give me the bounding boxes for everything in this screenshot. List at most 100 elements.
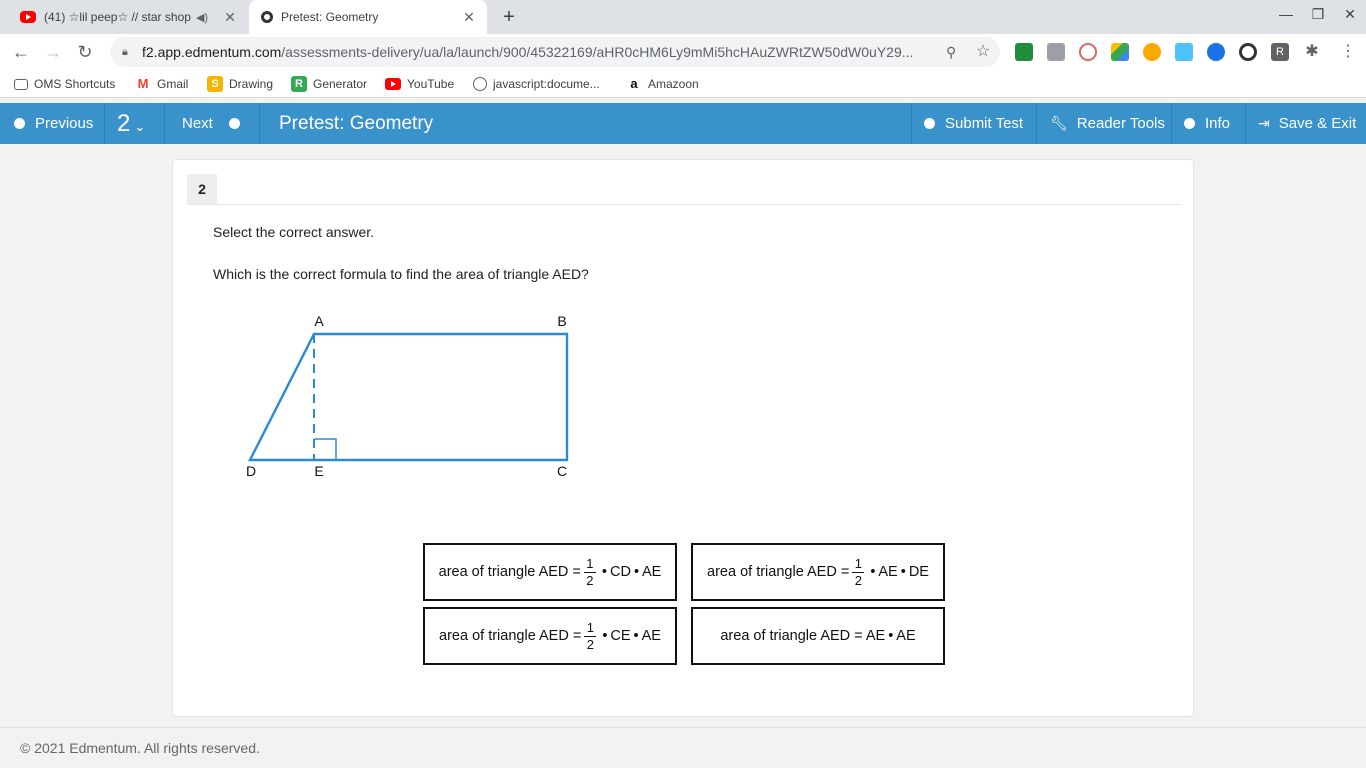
fraction-one-half: 1 2 (852, 555, 865, 588)
right-angle-mark (314, 438, 337, 460)
chevron-down-icon: ⌄ (134, 118, 146, 134)
new-tab-button[interactable]: + (498, 6, 520, 28)
next-label: Next (182, 115, 213, 132)
wrench-icon: 🔧︎ (1050, 115, 1068, 131)
label-e: E (314, 463, 323, 479)
browser-tab-youtube[interactable]: (41) ☆lil peep☆ // star shop ◀) ✕ (8, 0, 248, 34)
bookmark-label: javascript:docume... (493, 77, 600, 91)
divider (911, 103, 912, 144)
address-bar[interactable]: 🔒︎ f2.app.edmentum.com/assessments-deliv… (110, 37, 1000, 67)
close-tab-icon[interactable]: ✕ (459, 9, 479, 26)
divider (104, 103, 105, 144)
youtube-icon (385, 78, 401, 90)
lock-icon: 🔒︎ (122, 46, 128, 58)
choice-term: AE (641, 628, 661, 644)
bookmark-label: Generator (313, 77, 368, 91)
r-extension-icon[interactable]: R (1271, 43, 1289, 61)
question-selector[interactable]: 2 ⌄ (117, 103, 145, 144)
answer-choice-2[interactable]: area of triangle AED = 1 2 • AE • DE (691, 543, 945, 601)
copy-extension-icon[interactable] (1047, 43, 1065, 61)
info-button[interactable]: Info (1184, 103, 1230, 144)
fraction-numerator: 1 (586, 619, 594, 635)
bookmark-label: Drawing (229, 77, 274, 91)
save-exit-button[interactable]: ⇥ Save & Exit (1258, 103, 1356, 144)
reload-icon[interactable]: ↻ (72, 39, 98, 65)
bookmark-drawing[interactable]: S Drawing (207, 70, 273, 98)
fraction-one-half: 1 2 (583, 555, 596, 588)
drive-extension-icon[interactable] (1111, 43, 1129, 61)
fraction-denominator: 2 (586, 572, 594, 588)
divider (1036, 103, 1037, 144)
question-card: 2 Select the correct answer. Which is th… (172, 159, 1194, 717)
close-window-icon[interactable]: ✕ (1338, 6, 1362, 28)
drawing-icon: S (207, 76, 223, 92)
question-selector-value: 2 (117, 109, 131, 137)
submit-test-button[interactable]: Submit Test (924, 103, 1023, 144)
browser-tab-strip: (41) ☆lil peep☆ // star shop ◀) ✕ Pretes… (0, 0, 1366, 34)
footer-copyright: © 2021 Edmentum. All rights reserved. (0, 727, 1366, 768)
speaker-icon[interactable]: ◀) (192, 11, 212, 24)
minimize-icon[interactable]: — (1274, 6, 1298, 28)
edmentum-icon (261, 11, 273, 23)
answer-choice-1[interactable]: area of triangle AED = 1 2 • CD • AE (423, 543, 677, 601)
location-icon[interactable]: ⚲ (946, 37, 956, 67)
cast-extension-icon[interactable] (1079, 43, 1097, 61)
multiply-dot-icon: • (900, 564, 906, 580)
bookmark-label: Amazoon (648, 77, 699, 91)
label-a: A (314, 313, 324, 329)
gmail-icon: M (135, 76, 151, 92)
generator-icon: R (291, 76, 307, 92)
choice-term: DE (908, 564, 929, 580)
choice-prefix: area of triangle AED = AE (720, 628, 886, 644)
answer-choice-3[interactable]: area of triangle AED = 1 2 • CE • AE (423, 607, 677, 665)
choice-prefix: area of triangle AED = (438, 564, 581, 580)
puzzle-icon[interactable]: ✱ (1303, 43, 1321, 61)
bookmark-youtube[interactable]: YouTube (385, 70, 454, 98)
fraction-one-half: 1 2 (584, 619, 597, 652)
settings-extension-icon[interactable] (1239, 43, 1257, 61)
next-button[interactable]: Next (182, 103, 240, 144)
trapezoid-figure: A B C D E (233, 308, 593, 493)
close-tab-icon[interactable]: ✕ (220, 9, 240, 26)
previous-button[interactable]: Previous (14, 103, 93, 144)
fraction-numerator: 1 (854, 555, 862, 571)
choice-term: AE (896, 628, 916, 644)
divider (1171, 103, 1172, 144)
divider (164, 103, 165, 144)
amazon-icon: a (630, 76, 638, 91)
divider (1245, 103, 1246, 144)
bookmark-javascript[interactable]: javascript:docume... (473, 70, 600, 98)
amazon-extension-icon[interactable] (1143, 43, 1161, 61)
bookmark-oms-shortcuts[interactable]: OMS Shortcuts (14, 70, 115, 98)
bookmark-generator[interactable]: R Generator (291, 70, 367, 98)
arrow-right-circle-icon (228, 118, 240, 129)
restore-icon[interactable]: ❐ (1306, 6, 1330, 28)
tab-title: Pretest: Geometry (281, 10, 379, 24)
fraction-denominator: 2 (854, 572, 862, 588)
back-icon[interactable]: ← (8, 39, 34, 65)
choice-term: CE (610, 628, 631, 644)
user-extension-icon[interactable] (1175, 43, 1193, 61)
browser-tab-pretest[interactable]: Pretest: Geometry ✕ (249, 0, 487, 34)
reader-tools-label: Reader Tools (1076, 115, 1165, 132)
save-exit-label: Save & Exit (1278, 115, 1357, 132)
fraction-numerator: 1 (586, 555, 594, 571)
menu-icon[interactable]: ⋮ (1339, 43, 1357, 61)
forward-icon[interactable]: → (40, 39, 66, 65)
bookmark-amazoon[interactable]: a Amazoon (626, 70, 699, 98)
question-instruction: Select the correct answer. (213, 224, 375, 240)
classroom-extension-icon[interactable] (1015, 43, 1033, 61)
star-icon[interactable]: ☆ (976, 37, 990, 67)
choice-prefix: area of triangle AED = (707, 564, 850, 580)
multiply-dot-icon: • (633, 628, 639, 644)
trapezoid-outline (248, 332, 569, 462)
multiply-dot-icon: • (888, 628, 894, 644)
assessment-toolbar: Previous 2 ⌄ Next Pretest: Geometry Subm… (0, 103, 1366, 144)
vpn-extension-icon[interactable] (1207, 43, 1225, 61)
answer-choice-4[interactable]: area of triangle AED = AE • AE (691, 607, 945, 665)
tab-title: (41) ☆lil peep☆ // star shop (44, 10, 191, 24)
bookmark-gmail[interactable]: M Gmail (135, 70, 188, 98)
choice-term: AE (642, 564, 662, 580)
choice-prefix: area of triangle AED = (439, 628, 582, 644)
reader-tools-button[interactable]: 🔧︎ Reader Tools (1050, 103, 1165, 144)
